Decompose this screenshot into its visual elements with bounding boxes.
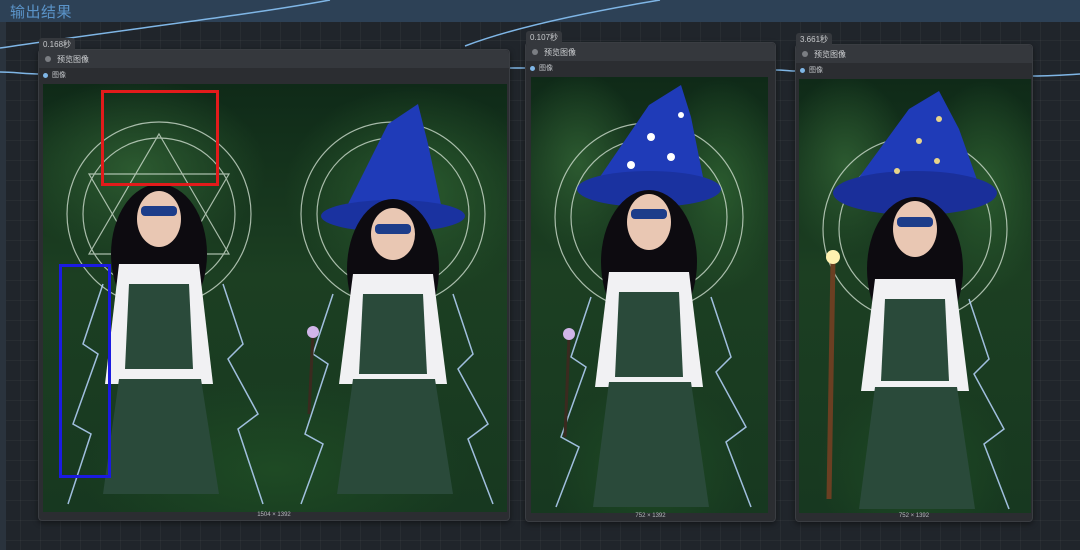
- preview-image: [531, 77, 768, 513]
- link-wire-6: [1032, 73, 1080, 77]
- link-wire-5: [774, 69, 798, 72]
- collapse-dot-icon[interactable]: [532, 49, 538, 55]
- node-header[interactable]: 预览图像: [796, 45, 1032, 63]
- preview-illustration: [822, 91, 1010, 510]
- node-timing: 0.107秒: [526, 31, 563, 44]
- input-slot-icon[interactable]: [43, 72, 48, 78]
- input-slot-icon[interactable]: [530, 65, 535, 71]
- collapse-dot-icon[interactable]: [802, 51, 808, 57]
- input-label: 图像: [52, 72, 66, 79]
- input-slot-icon[interactable]: [800, 67, 805, 73]
- preview-image: [43, 84, 507, 512]
- group-title: 输出结果: [10, 4, 73, 21]
- preview-image-node-1[interactable]: 0.168秒 预览图像 图像 1504 × 1392: [38, 38, 510, 521]
- collapse-dot-icon[interactable]: [45, 56, 51, 62]
- node-header[interactable]: 预览图像: [526, 43, 775, 61]
- input-label: 图像: [539, 65, 553, 72]
- node-canvas[interactable]: 输出结果 0.168秒 预览图像 图像 1504 × 1392 0.107秒 预…: [0, 0, 1080, 550]
- image-size-label: 752 × 1392: [898, 513, 930, 519]
- node-title: 预览图像: [544, 47, 576, 57]
- preview-image-node-2[interactable]: 0.107秒 预览图像 图像 752 × 1392: [525, 31, 776, 522]
- node-timing: 3.661秒: [796, 33, 833, 46]
- node-title: 预览图像: [57, 54, 89, 64]
- node-input-image[interactable]: 图像: [796, 63, 1032, 77]
- node-timing: 0.168秒: [39, 38, 76, 51]
- group-left-edge: [0, 22, 6, 550]
- preview-image-node-3[interactable]: 3.661秒 预览图像 图像 752 × 1392: [795, 33, 1033, 522]
- node-input-image[interactable]: 图像: [39, 68, 509, 82]
- input-label: 图像: [809, 67, 823, 74]
- group-header[interactable]: 输出结果: [0, 0, 1080, 22]
- link-wire-2: [0, 71, 43, 75]
- image-size-label: 752 × 1392: [635, 513, 666, 519]
- annotation-blue-box: [59, 264, 111, 478]
- annotation-red-box: [101, 90, 219, 186]
- node-header[interactable]: 预览图像: [39, 50, 509, 68]
- node-input-image[interactable]: 图像: [526, 61, 775, 75]
- preview-image: [799, 79, 1031, 513]
- node-title: 预览图像: [814, 49, 846, 59]
- image-size-label: 1504 × 1392: [257, 512, 291, 518]
- preview-illustration: [554, 85, 752, 508]
